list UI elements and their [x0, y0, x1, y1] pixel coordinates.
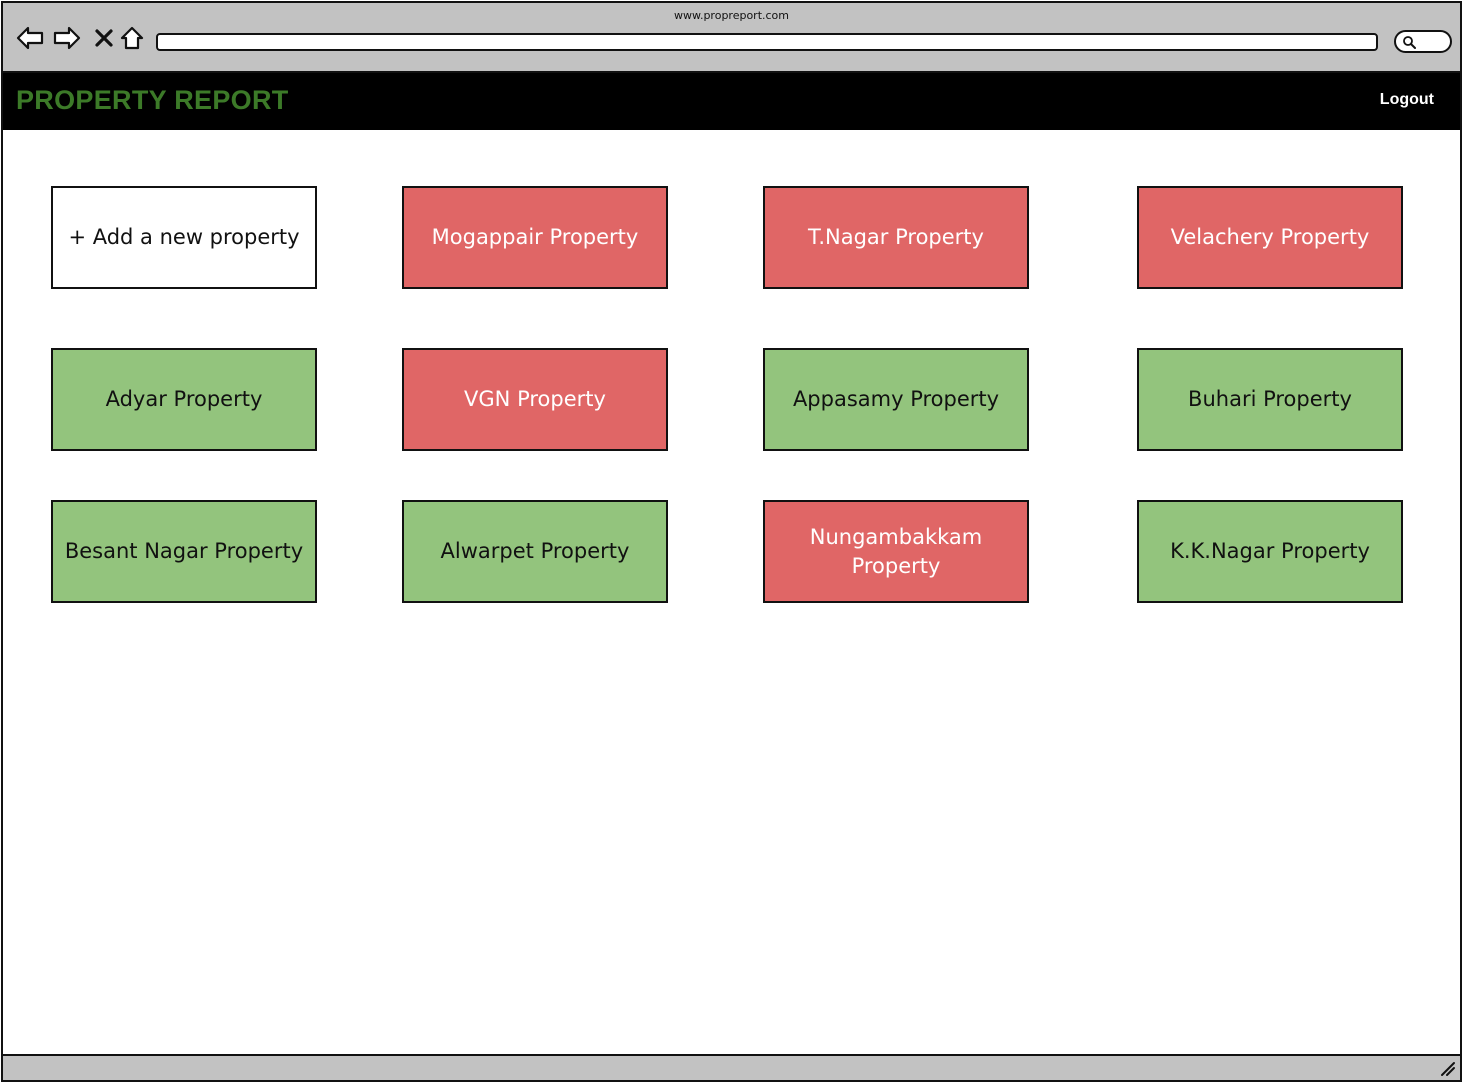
search-icon [1403, 36, 1416, 49]
property-tile[interactable]: Velachery Property [1137, 186, 1403, 289]
url-caption: www.propreport.com [673, 9, 790, 22]
close-x-icon[interactable] [89, 23, 119, 53]
property-tile[interactable]: Mogappair Property [402, 186, 668, 289]
brand-title: PROPERTY REPORT [16, 85, 289, 115]
status-bar [3, 1054, 1460, 1080]
property-tile[interactable]: Alwarpet Property [402, 500, 668, 603]
property-tile[interactable]: T.Nagar Property [763, 186, 1029, 289]
browser-toolbar: www.propreport.com [3, 3, 1460, 73]
property-tile[interactable]: Nungambakkam Property [763, 500, 1029, 603]
browser-window: www.propreport.com PROPERTY REPORT Logou… [1, 1, 1462, 1082]
property-tile[interactable]: Appasamy Property [763, 348, 1029, 451]
resize-grip-icon[interactable] [1438, 1059, 1456, 1077]
forward-arrow-icon[interactable] [52, 23, 82, 53]
property-tile[interactable]: Buhari Property [1137, 348, 1403, 451]
home-icon[interactable] [117, 23, 147, 53]
app-header: PROPERTY REPORT Logout [3, 73, 1460, 130]
property-tile[interactable]: VGN Property [402, 348, 668, 451]
back-arrow-icon[interactable] [15, 23, 45, 53]
property-tile[interactable]: Besant Nagar Property [51, 500, 317, 603]
address-bar[interactable] [156, 33, 1378, 51]
property-tile[interactable]: Adyar Property [51, 348, 317, 451]
browser-search-box[interactable] [1394, 30, 1452, 53]
property-tile[interactable]: K.K.Nagar Property [1137, 500, 1403, 603]
logout-link[interactable]: Logout [1380, 91, 1434, 109]
add-property-button[interactable]: + Add a new property [51, 186, 317, 289]
